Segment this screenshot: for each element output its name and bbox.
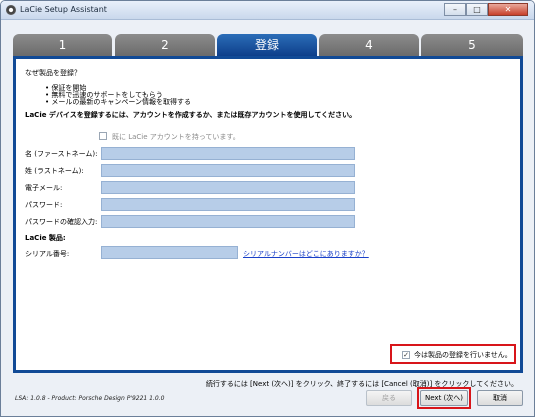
version-info: LSA: 1.0.8 - Product: Porsche Design P'9… bbox=[15, 395, 165, 402]
serial-field[interactable] bbox=[101, 246, 238, 259]
cancel-button[interactable]: 取消 bbox=[477, 390, 523, 406]
title-bar: LaCie Setup Assistant – □ ✕ bbox=[1, 1, 534, 20]
skip-registration-label: 今は製品の登録を行いません。 bbox=[414, 351, 512, 359]
window-controls: – □ ✕ bbox=[444, 3, 528, 16]
lacie-app-icon bbox=[6, 5, 16, 15]
navigation-instruction: 続行するには [Next (次へ)] をクリック、終了するには [Cancel … bbox=[205, 380, 518, 388]
close-icon[interactable]: ✕ bbox=[488, 3, 528, 16]
registration-panel: なぜ製品を登録？ • 保証を開始 • 無料で迅速のサポートをしてもらう • メー… bbox=[13, 56, 523, 373]
last-name-field[interactable] bbox=[101, 164, 355, 177]
first-name-label: 名 (ファーストネーム): bbox=[25, 150, 98, 158]
password-confirm-label: パスワードの確認入力: bbox=[25, 218, 98, 226]
setup-window: LaCie Setup Assistant – □ ✕ 1 2 登録 4 5 な… bbox=[0, 0, 535, 417]
serial-help-link[interactable]: シリアルナンバーはどこにありますか？ bbox=[243, 249, 369, 259]
email-label: 電子メール: bbox=[25, 184, 63, 192]
password-field[interactable] bbox=[101, 198, 355, 211]
product-heading: LaCie 製品: bbox=[25, 234, 66, 242]
existing-account-label: 既に LaCie アカウントを持っています。 bbox=[112, 133, 240, 141]
tab-step-4[interactable]: 4 bbox=[319, 34, 419, 56]
password-label: パスワード: bbox=[25, 201, 63, 209]
next-button[interactable]: Next (次へ) bbox=[420, 390, 468, 406]
benefit-campaign-text: メールの最新のキャンペーン情報を取得する bbox=[51, 98, 192, 106]
skip-registration-option[interactable]: ✓ 今は製品の登録を行いません。 bbox=[390, 344, 516, 364]
tab-step-2[interactable]: 2 bbox=[115, 34, 215, 56]
tab-step-5[interactable]: 5 bbox=[421, 34, 523, 56]
register-instruction: LaCie デバイスを登録するには、アカウントを作成するか、または既存アカウント… bbox=[25, 111, 357, 119]
window-title: LaCie Setup Assistant bbox=[20, 5, 107, 14]
maximize-icon[interactable]: □ bbox=[466, 3, 488, 16]
first-name-field[interactable] bbox=[101, 147, 355, 160]
tab-register[interactable]: 登録 bbox=[217, 34, 317, 56]
last-name-label: 姓 (ラストネーム): bbox=[25, 167, 84, 175]
serial-label: シリアル番号: bbox=[25, 250, 70, 258]
password-confirm-field[interactable] bbox=[101, 215, 355, 228]
benefit-campaign: • メールの最新のキャンペーン情報を取得する bbox=[45, 98, 192, 106]
tab-step-1[interactable]: 1 bbox=[13, 34, 112, 56]
minimize-icon[interactable]: – bbox=[444, 3, 466, 16]
step-tabs: 1 2 登録 4 5 bbox=[13, 34, 523, 56]
existing-account-checkbox[interactable] bbox=[99, 132, 107, 140]
back-button[interactable]: 戻る bbox=[366, 390, 412, 406]
skip-registration-checkbox[interactable]: ✓ bbox=[402, 351, 410, 359]
email-field[interactable] bbox=[101, 181, 355, 194]
why-register-heading: なぜ製品を登録？ bbox=[25, 69, 81, 77]
